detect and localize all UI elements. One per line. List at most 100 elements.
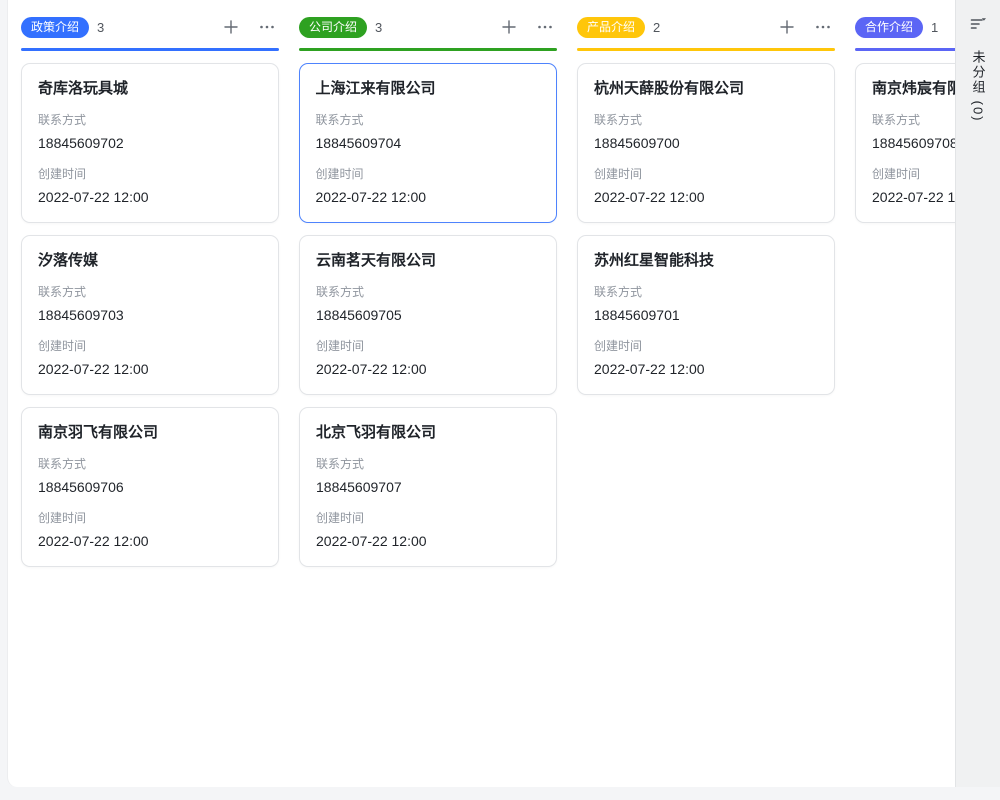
group-color-bar: [299, 48, 557, 51]
column-header-actions: [777, 17, 835, 37]
card-list: 南京炜宸有限公司 联系方式 18845609708 创建时间 2022-07-2…: [855, 63, 955, 223]
hidden-group-label[interactable]: 未分组 (0): [969, 50, 988, 123]
kanban-card-selected[interactable]: 上海江来有限公司 联系方式 18845609704 创建时间 2022-07-2…: [299, 63, 557, 223]
card-title: 苏州红星智能科技: [594, 250, 818, 271]
kanban-column-cooperation: 合作介绍 1 南京炜宸有限公司 联系方式 18845609708 创建时间 20…: [855, 0, 955, 567]
card-title: 北京飞羽有限公司: [316, 422, 540, 443]
card-list: 奇库洛玩具城 联系方式 18845609702 创建时间 2022-07-22 …: [21, 63, 279, 567]
field-label-contact: 联系方式: [38, 456, 262, 473]
column-header-actions: [221, 17, 279, 37]
field-value-created: 2022-07-22 12:00: [38, 187, 262, 207]
card-list: 杭州天薛股份有限公司 联系方式 18845609700 创建时间 2022-07…: [577, 63, 835, 395]
field-value-contact: 18845609705: [316, 305, 540, 325]
card-title: 汐落传媒: [38, 250, 262, 271]
field-label-created: 创建时间: [872, 166, 955, 183]
field-label-created: 创建时间: [594, 338, 818, 355]
ellipsis-icon: [814, 18, 832, 36]
field-label-contact: 联系方式: [594, 112, 818, 129]
group-color-bar: [21, 48, 279, 51]
field-label-contact: 联系方式: [316, 284, 540, 301]
field-label-created: 创建时间: [316, 166, 541, 183]
column-menu-button[interactable]: [257, 17, 277, 37]
add-record-button[interactable]: [499, 17, 519, 37]
column-menu-button[interactable]: [535, 17, 555, 37]
kanban-columns: 政策介绍 3 奇库洛玩具城 联系方式: [21, 0, 955, 567]
group-count: 3: [375, 20, 382, 35]
column-header: 合作介绍 1: [855, 16, 955, 38]
kanban-card[interactable]: 云南茗天有限公司 联系方式 18845609705 创建时间 2022-07-2…: [299, 235, 557, 395]
field-value-created: 2022-07-22 12:00: [316, 359, 540, 379]
field-label-contact: 联系方式: [38, 112, 262, 129]
kanban-card[interactable]: 汐落传媒 联系方式 18845609703 创建时间 2022-07-22 12…: [21, 235, 279, 395]
column-header-actions: [499, 17, 557, 37]
field-value-contact: 18845609701: [594, 305, 818, 325]
group-badge[interactable]: 产品介绍: [577, 17, 645, 38]
group-badge[interactable]: 政策介绍: [21, 17, 89, 38]
add-record-button[interactable]: [221, 17, 241, 37]
ellipsis-icon: [258, 18, 276, 36]
column-header: 政策介绍 3: [21, 16, 279, 38]
field-value-created: 2022-07-22 12:00: [594, 187, 818, 207]
field-value-created: 2022-07-22 12:00: [38, 359, 262, 379]
kanban-view: 政策介绍 3 奇库洛玩具城 联系方式: [0, 0, 1000, 800]
ellipsis-icon: [536, 18, 554, 36]
plus-icon: [500, 18, 518, 36]
card-title: 杭州天薛股份有限公司: [594, 78, 818, 99]
kanban-card[interactable]: 北京飞羽有限公司 联系方式 18845609707 创建时间 2022-07-2…: [299, 407, 557, 567]
kanban-card[interactable]: 奇库洛玩具城 联系方式 18845609702 创建时间 2022-07-22 …: [21, 63, 279, 223]
field-value-contact: 18845609708: [872, 133, 955, 153]
column-header: 公司介绍 3: [299, 16, 557, 38]
field-value-contact: 18845609704: [316, 133, 541, 153]
card-title: 上海江来有限公司: [316, 78, 541, 99]
card-title: 云南茗天有限公司: [316, 250, 540, 271]
field-value-created: 2022-07-22 12:00: [316, 187, 541, 207]
kanban-card[interactable]: 苏州红星智能科技 联系方式 18845609701 创建时间 2022-07-2…: [577, 235, 835, 395]
field-value-contact: 18845609707: [316, 477, 540, 497]
card-title: 南京炜宸有限公司: [872, 78, 955, 99]
field-value-created: 2022-07-22 12:00: [594, 359, 818, 379]
kanban-column-product: 产品介绍 2 杭州天薛股份有限公司 联系方式: [577, 0, 835, 567]
kanban-card[interactable]: 南京羽飞有限公司 联系方式 18845609706 创建时间 2022-07-2…: [21, 407, 279, 567]
kanban-column-policy: 政策介绍 3 奇库洛玩具城 联系方式: [21, 0, 279, 567]
field-label-created: 创建时间: [38, 338, 262, 355]
field-label-contact: 联系方式: [872, 112, 955, 129]
field-label-contact: 联系方式: [316, 456, 540, 473]
toggle-hidden-groups-button[interactable]: [968, 14, 988, 34]
card-list: 上海江来有限公司 联系方式 18845609704 创建时间 2022-07-2…: [299, 63, 557, 567]
field-label-created: 创建时间: [316, 510, 540, 527]
field-value-contact: 18845609706: [38, 477, 262, 497]
field-value-contact: 18845609702: [38, 133, 262, 153]
group-color-bar: [577, 48, 835, 51]
group-badge[interactable]: 合作介绍: [855, 17, 923, 38]
column-menu-button[interactable]: [813, 17, 833, 37]
kanban-column-company: 公司介绍 3 上海江来有限公司 联系方式: [299, 0, 557, 567]
field-label-contact: 联系方式: [316, 112, 541, 129]
column-header: 产品介绍 2: [577, 16, 835, 38]
plus-icon: [778, 18, 796, 36]
hidden-groups-rail: 未分组 (0): [955, 0, 1000, 787]
group-count: 3: [97, 20, 104, 35]
field-label-created: 创建时间: [594, 166, 818, 183]
field-label-contact: 联系方式: [38, 284, 262, 301]
field-label-created: 创建时间: [38, 166, 262, 183]
field-label-created: 创建时间: [316, 338, 540, 355]
card-title: 南京羽飞有限公司: [38, 422, 262, 443]
group-color-bar: [855, 48, 955, 51]
card-title: 奇库洛玩具城: [38, 78, 262, 99]
field-label-contact: 联系方式: [594, 284, 818, 301]
field-value-created: 2022-07-22 12:00: [316, 531, 540, 551]
add-record-button[interactable]: [777, 17, 797, 37]
plus-icon: [222, 18, 240, 36]
group-count: 1: [931, 20, 938, 35]
field-value-created: 2022-07-22 12:00: [38, 531, 262, 551]
kanban-card[interactable]: 杭州天薛股份有限公司 联系方式 18845609700 创建时间 2022-07…: [577, 63, 835, 223]
field-value-contact: 18845609700: [594, 133, 818, 153]
field-label-created: 创建时间: [38, 510, 262, 527]
field-value-contact: 18845609703: [38, 305, 262, 325]
group-count: 2: [653, 20, 660, 35]
kanban-board: 政策介绍 3 奇库洛玩具城 联系方式: [7, 0, 955, 787]
kanban-card[interactable]: 南京炜宸有限公司 联系方式 18845609708 创建时间 2022-07-2…: [855, 63, 955, 223]
group-badge[interactable]: 公司介绍: [299, 17, 367, 38]
collapsed-groups-icon: [968, 14, 988, 34]
field-value-created: 2022-07-22 12:00: [872, 187, 955, 207]
